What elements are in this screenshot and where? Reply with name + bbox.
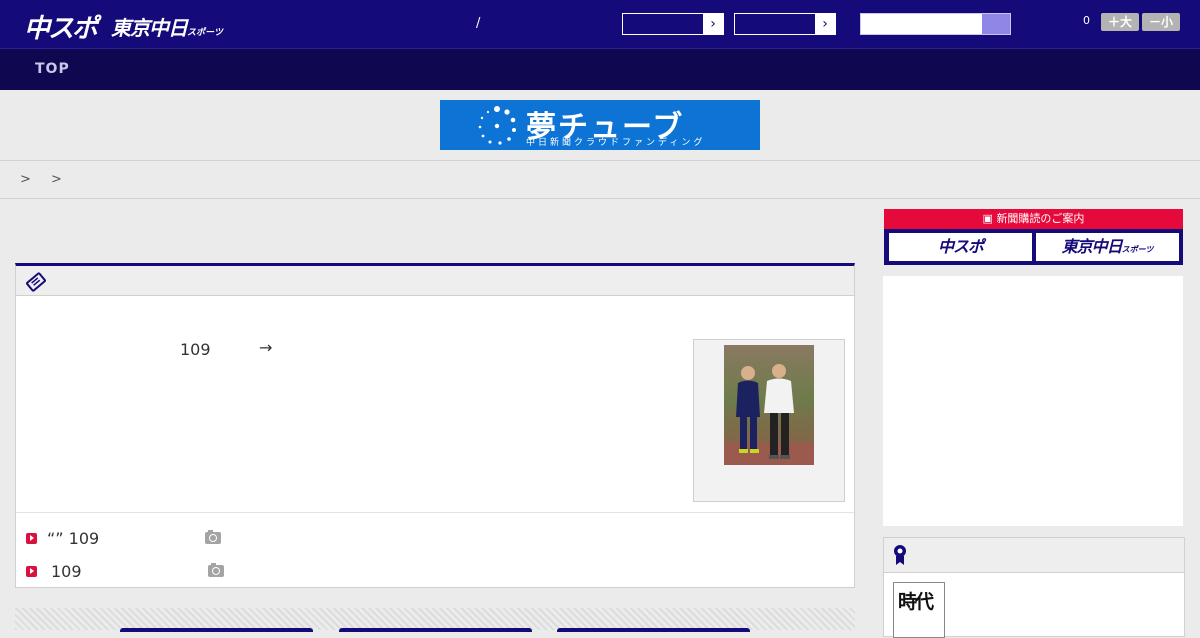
article-panel: 109 → “” 109 109: [15, 263, 855, 588]
ticket-icon: [26, 272, 46, 292]
breadcrumb[interactable]: > >: [20, 172, 70, 187]
category-select[interactable]: ›: [622, 13, 724, 35]
dots-ring-icon: [478, 106, 516, 145]
subscription-box: ▣ 新聞購読のご案内 中スポ 東京中日スポーツ: [884, 209, 1183, 265]
tokyo-logo-text: 東京中日: [111, 16, 188, 40]
divider: [0, 198, 1200, 199]
related-item-title[interactable]: “” 109: [47, 529, 99, 548]
tokyo-logo-suffix: スポーツ: [187, 28, 223, 38]
divider: [0, 160, 1200, 161]
camera-icon: [205, 530, 221, 544]
subscribe-tokyo-button[interactable]: 東京中日スポーツ: [1036, 233, 1179, 261]
subscribe-chuspo-button[interactable]: 中スポ: [889, 233, 1032, 261]
ranking-panel-header: [884, 538, 1184, 573]
subscribe-tokyo-suffix: スポーツ: [1121, 245, 1154, 254]
global-nav: TOP: [0, 48, 1200, 90]
font-larger-button[interactable]: ＋大: [1101, 13, 1139, 31]
ranking-panel: 時代: [883, 537, 1185, 638]
ranking-thumbnail-text: 時代: [898, 591, 934, 613]
ad-slot[interactable]: [883, 276, 1183, 526]
site-header: 中スポ 東京中日スポーツ / › › 0 ＋大 －小: [0, 0, 1200, 48]
nav-item-top[interactable]: TOP: [35, 61, 70, 77]
subscription-heading[interactable]: ▣ 新聞購読のご案内: [884, 209, 1183, 229]
article-photo-box[interactable]: [693, 339, 845, 502]
search-input[interactable]: [860, 13, 1011, 35]
play-icon: [26, 566, 37, 577]
subscription-heading-text: 新聞購読のご案内: [996, 212, 1085, 225]
header-separator: /: [476, 16, 481, 31]
category-select-arrow-icon[interactable]: ›: [703, 14, 723, 34]
play-icon: [26, 533, 37, 544]
subcategory-select-arrow-icon[interactable]: ›: [815, 14, 835, 34]
comment-count: 0: [1083, 14, 1090, 27]
bottom-tab[interactable]: [557, 628, 750, 632]
banner-subtitle: 中日新聞クラウドファンディング: [526, 138, 706, 148]
divider: [16, 512, 854, 513]
chuspo-logo[interactable]: 中スポ: [24, 8, 98, 45]
article-panel-header: [16, 266, 854, 296]
tokyo-chunichi-logo[interactable]: 東京中日スポーツ: [111, 12, 223, 41]
subscribe-tokyo-label: 東京中日: [1061, 237, 1123, 256]
article-arrow-icon: →: [259, 338, 273, 357]
subcategory-select[interactable]: ›: [734, 13, 836, 35]
article-number: 109: [180, 340, 211, 359]
bottom-tab-strip: [15, 608, 855, 632]
article-photo[interactable]: [724, 345, 814, 465]
font-smaller-button[interactable]: －小: [1142, 13, 1180, 31]
bottom-tab[interactable]: [339, 628, 532, 632]
camera-icon: [208, 563, 224, 577]
yume-tube-banner[interactable]: 夢チューブ 中日新聞クラウドファンディング: [440, 100, 760, 150]
newspaper-icon: ▣: [982, 212, 997, 225]
related-item-title[interactable]: 109: [51, 562, 82, 581]
search-button[interactable]: [982, 14, 1010, 34]
ribbon-icon: [894, 545, 906, 565]
bottom-tab[interactable]: [120, 628, 313, 632]
